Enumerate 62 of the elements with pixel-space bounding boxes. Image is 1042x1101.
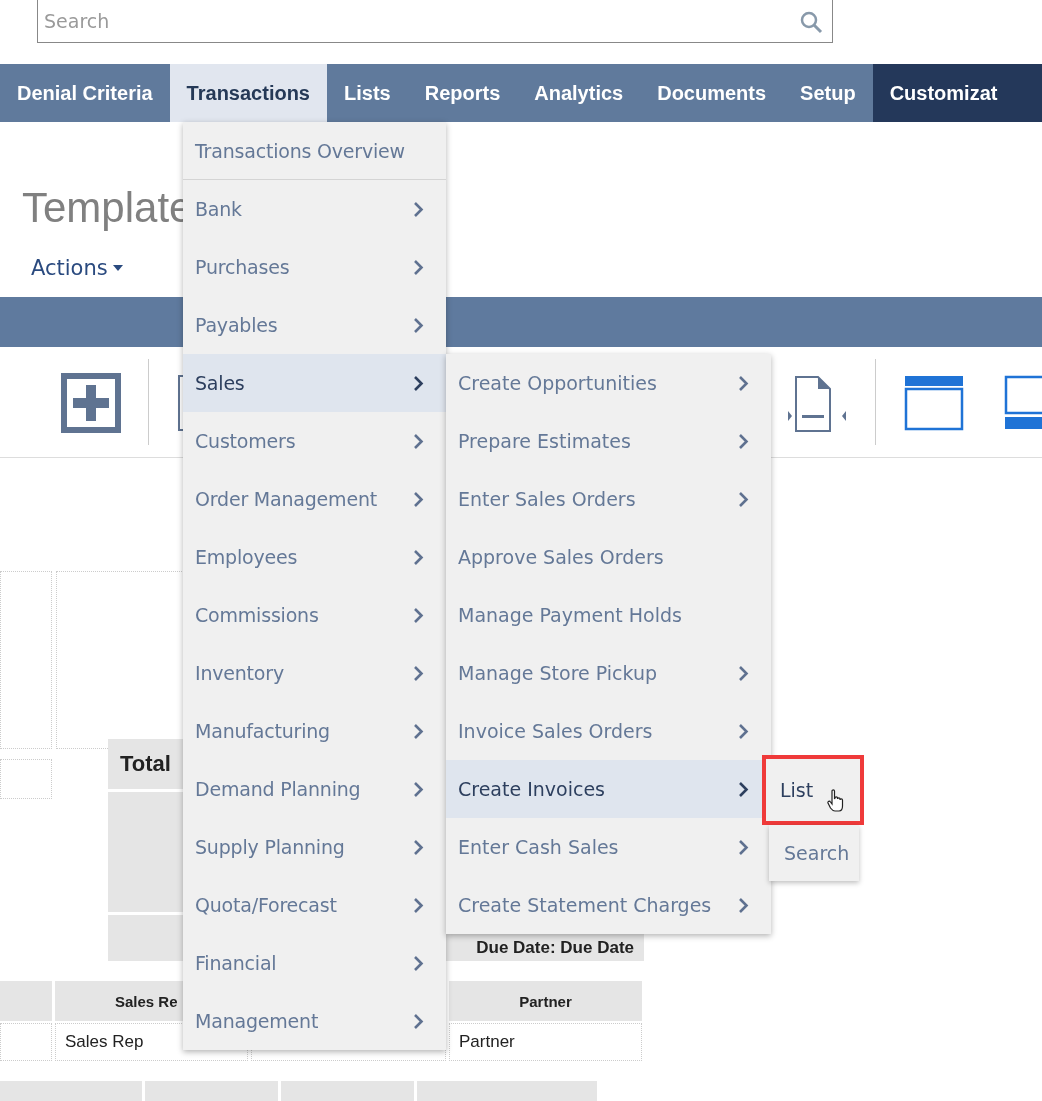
chevron-right-icon (413, 200, 424, 218)
add-icon[interactable] (61, 373, 121, 433)
footer-layout-icon[interactable] (1004, 375, 1042, 431)
actions-menu-button[interactable]: Actions (26, 252, 129, 284)
nav-tab[interactable]: Setup (783, 64, 873, 122)
chevron-right-icon (738, 722, 749, 740)
menu-item[interactable]: Commissions (183, 586, 446, 644)
nav-tab[interactable]: Analytics (517, 64, 641, 122)
menu-item[interactable]: Supply Planning (183, 818, 446, 876)
menu-item[interactable]: Customers (183, 412, 446, 470)
chevron-right-icon (413, 490, 424, 508)
nav-tab[interactable]: Documents (640, 64, 784, 122)
search-icon[interactable] (799, 10, 823, 34)
nav-tab[interactable]: Denial Criteria (0, 64, 170, 122)
chevron-right-icon (413, 316, 424, 334)
menu-item[interactable]: Enter Sales Orders (446, 470, 771, 528)
menu-item[interactable]: Search (769, 825, 859, 881)
menu-item[interactable]: Transactions Overview (183, 122, 446, 180)
chevron-right-icon (413, 896, 424, 914)
search-field[interactable]: Search (37, 0, 833, 43)
chevron-right-icon (413, 838, 424, 856)
nav-tab[interactable]: Lists (327, 64, 408, 122)
chevron-right-icon (413, 722, 424, 740)
document-icon[interactable] (786, 375, 848, 433)
chevron-right-icon (413, 432, 424, 450)
header-layout-icon[interactable] (904, 375, 964, 431)
nav-tab[interactable]: Transactions (169, 64, 327, 122)
chevron-right-icon (738, 838, 749, 856)
chevron-right-icon (738, 780, 749, 798)
chevron-right-icon (738, 896, 749, 914)
chevron-right-icon (413, 1012, 424, 1030)
menu-item[interactable]: Inventory (183, 644, 446, 702)
table-header-cell: Partner (449, 981, 642, 1021)
caret-icon (111, 264, 124, 272)
table-cell: Partner (449, 1023, 642, 1061)
chevron-right-icon (413, 606, 424, 624)
menu-item[interactable]: Payables (183, 296, 446, 354)
chevron-right-icon (738, 432, 749, 450)
menu-item[interactable]: Quota/Forecast (183, 876, 446, 934)
menu-item[interactable]: Approve Sales Orders (446, 528, 771, 586)
menu-item[interactable]: Manage Payment Holds (446, 586, 771, 644)
menu-item[interactable]: Employees (183, 528, 446, 586)
menu-item[interactable]: Sales (183, 354, 446, 412)
menu-item[interactable]: Order Management (183, 470, 446, 528)
chevron-right-icon (413, 780, 424, 798)
chevron-right-icon (413, 258, 424, 276)
chevron-right-icon (413, 374, 424, 392)
nav-tab[interactable]: Reports (407, 64, 518, 122)
chevron-right-icon (738, 490, 749, 508)
chevron-right-icon (738, 664, 749, 682)
menu-item[interactable]: Prepare Estimates (446, 412, 771, 470)
chevron-right-icon (413, 548, 424, 566)
menu-item[interactable]: List (762, 755, 864, 825)
menu-item[interactable]: Purchases (183, 238, 446, 296)
chevron-right-icon (413, 664, 424, 682)
menu-item[interactable]: Manage Store Pickup (446, 644, 771, 702)
hand-cursor-icon (827, 789, 845, 813)
chevron-right-icon (413, 954, 424, 972)
chevron-right-icon (738, 374, 749, 392)
table-header-cell (0, 981, 52, 1021)
nav-tab[interactable]: Customizat (872, 64, 1042, 122)
menu-item[interactable]: Create Opportunities (446, 354, 771, 412)
